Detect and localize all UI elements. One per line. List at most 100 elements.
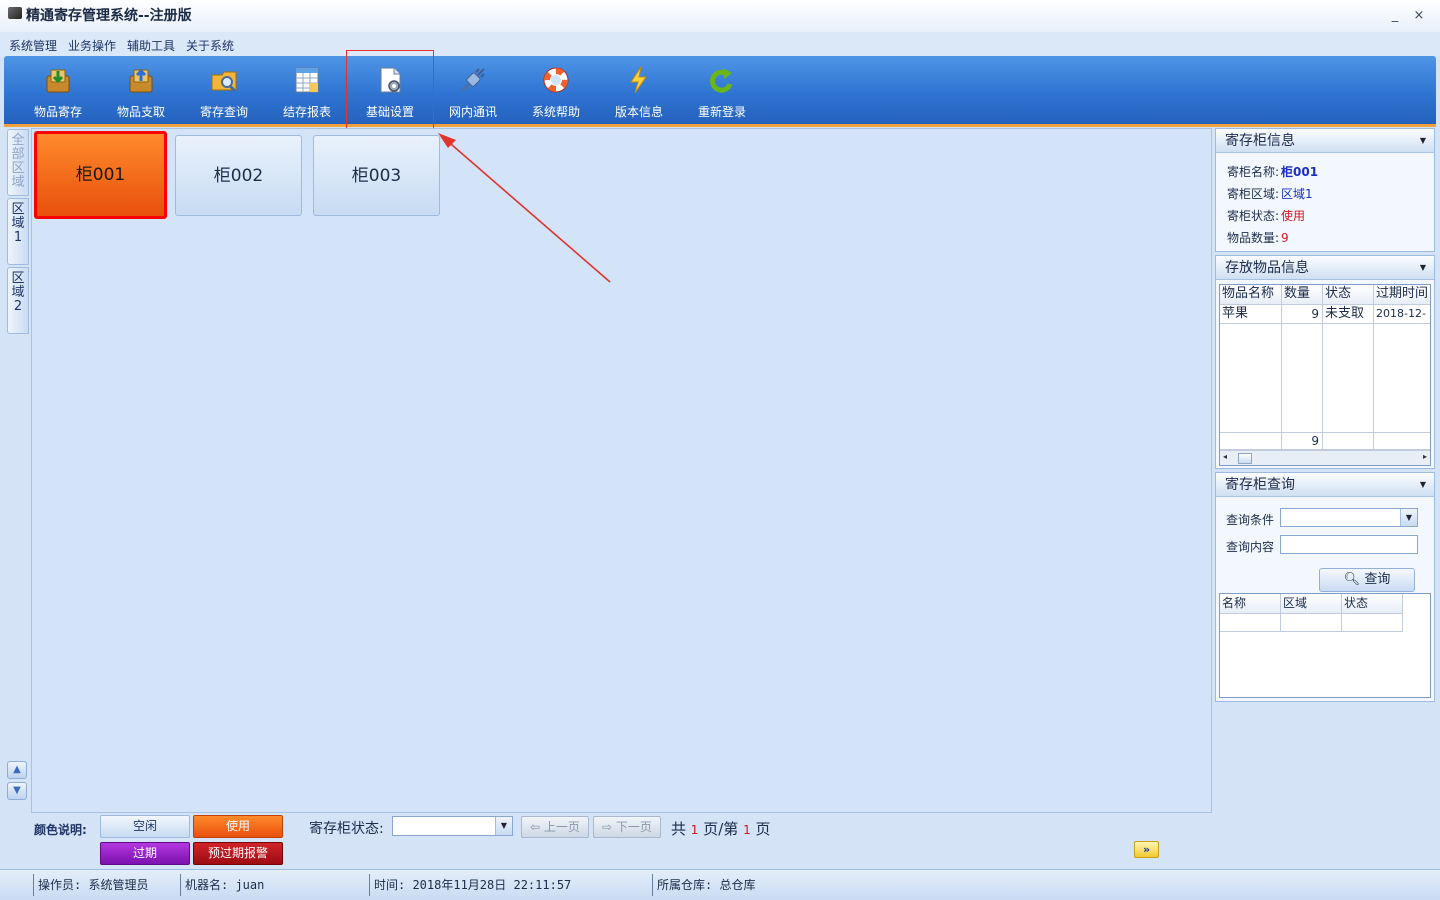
toolbar-deposit-button[interactable]: 物品寄存 (23, 58, 93, 120)
prev-page-button[interactable]: ⇦ 上一页 (521, 816, 589, 838)
toolbar-query-button[interactable]: 寄存查询 (189, 58, 259, 120)
locker-query-header[interactable]: 寄存柜查询 ▼ (1216, 473, 1434, 497)
menu-system-manage[interactable]: 系统管理 (9, 37, 57, 54)
query-button[interactable]: 🔍︎ 查询 (1319, 568, 1415, 592)
toolbar-label: 结存报表 (282, 105, 331, 119)
toolbar-label: 版本信息 (614, 105, 663, 119)
table-cell[interactable] (1220, 614, 1281, 632)
table-cell[interactable]: 苹果 (1220, 305, 1282, 324)
status-filter-select[interactable]: ▼ (392, 816, 513, 836)
page-suffix: 页 (755, 820, 771, 838)
report-icon (295, 67, 319, 93)
column-header[interactable]: 区域 (1281, 594, 1342, 614)
expand-button[interactable]: » (1134, 841, 1159, 858)
toolbar-help-button[interactable]: 系统帮助 (521, 58, 591, 120)
item-grid[interactable]: 物品名称 数量 状态 过期时间 苹果 9 未支取 2018-12- 9 ◂ ▸ (1219, 284, 1431, 466)
collapse-icon[interactable]: ▼ (1420, 473, 1426, 497)
locker-info-header[interactable]: 寄存柜信息 ▼ (1216, 129, 1434, 153)
table-empty-column (1220, 324, 1282, 433)
locker-001[interactable]: 柜001 (34, 131, 167, 219)
item-info-title: 存放物品信息 (1225, 260, 1309, 276)
toolbar-report-button[interactable]: 结存报表 (272, 58, 342, 120)
table-cell[interactable]: 2018-12- (1374, 305, 1430, 324)
arrow-right-icon: ⇨ (602, 820, 616, 834)
minimize-button[interactable]: _ (1386, 8, 1404, 24)
menu-about[interactable]: 关于系统 (186, 37, 234, 54)
locker-query-title: 寄存柜查询 (1225, 477, 1295, 493)
locker-panel: 柜001 柜002 柜003 (31, 128, 1212, 813)
collapse-icon[interactable]: ▼ (1420, 256, 1426, 280)
tab-all-areas[interactable]: 全部区域 (7, 129, 29, 196)
scroll-thumb[interactable] (1238, 453, 1252, 464)
chevron-down-icon[interactable]: ▼ (1400, 509, 1417, 526)
page-info: 共 1 页/第 1 页 (671, 818, 771, 839)
column-header[interactable]: 名称 (1220, 594, 1281, 614)
collapse-icon[interactable]: ▼ (1420, 129, 1426, 153)
search-icon: 🔍︎ (1343, 572, 1365, 587)
query-content-input[interactable] (1280, 535, 1418, 554)
horizontal-scrollbar[interactable]: ◂ ▸ (1220, 450, 1430, 465)
legend-expired: 过期 (100, 842, 190, 865)
locker-info-panel: 寄存柜信息 ▼ 寄柜名称: 柜001 寄柜区域: 区域1 寄柜状态: 使用 物品数量:… (1215, 128, 1435, 252)
info-item-count: 物品数量: 9 (1227, 229, 1289, 246)
tab-area-2[interactable]: 区域2 (7, 267, 29, 334)
app-icon (8, 7, 22, 19)
item-info-panel: 存放物品信息 ▼ 物品名称 数量 状态 过期时间 苹果 9 未支取 2018-1… (1215, 255, 1435, 469)
title-bar: 精通寄存管理系统--注册版 _ × (0, 0, 1440, 32)
menu-tools[interactable]: 辅助工具 (127, 37, 175, 54)
table-empty-column (1323, 324, 1374, 433)
window-title: 精通寄存管理系统--注册版 (26, 8, 192, 24)
footer-cell: 9 (1282, 433, 1323, 450)
scroll-up-button[interactable]: ▲ (7, 761, 27, 779)
footer-cell (1220, 433, 1282, 450)
footer-cell (1374, 433, 1430, 450)
locker-003[interactable]: 柜003 (313, 135, 440, 216)
chevron-down-icon[interactable]: ▼ (495, 817, 512, 835)
version-icon (630, 66, 647, 94)
table-cell[interactable]: 9 (1282, 305, 1323, 324)
scroll-down-button[interactable]: ▼ (7, 782, 27, 800)
annotation-arrow (438, 133, 611, 283)
toolbar-label: 重新登录 (697, 105, 746, 119)
page-current: 1 (743, 823, 751, 837)
locker-002[interactable]: 柜002 (175, 135, 302, 216)
column-header[interactable]: 过期时间 (1374, 285, 1430, 305)
scroll-left-icon[interactable]: ◂ (1223, 452, 1227, 461)
column-header[interactable]: 物品名称 (1220, 285, 1282, 305)
query-condition-select[interactable]: ▼ (1280, 508, 1418, 527)
page-separator: 页/第 (703, 820, 739, 838)
table-cell[interactable]: 未支取 (1323, 305, 1374, 324)
legend-title: 颜色说明: (34, 823, 87, 837)
info-label: 寄柜名称: (1227, 165, 1280, 179)
help-icon (543, 67, 569, 93)
legend-idle: 空闲 (100, 815, 190, 838)
table-cell[interactable] (1342, 614, 1403, 632)
info-locker-status: 寄柜状态: 使用 (1227, 207, 1305, 224)
scroll-right-icon[interactable]: ▸ (1423, 452, 1427, 461)
tab-area-1[interactable]: 区域1 (7, 198, 29, 265)
info-value: 使用 (1281, 209, 1306, 223)
column-header[interactable]: 状态 (1323, 285, 1374, 305)
toolbar-relogin-button[interactable]: 重新登录 (687, 58, 757, 120)
table-cell[interactable] (1281, 614, 1342, 632)
toolbar-label: 物品支取 (116, 105, 165, 119)
menu-business[interactable]: 业务操作 (68, 37, 116, 54)
info-locker-area: 寄柜区域: 区域1 (1227, 185, 1313, 202)
close-button[interactable]: × (1410, 8, 1428, 24)
column-header[interactable]: 数量 (1282, 285, 1323, 305)
page-total-prefix: 共 (671, 820, 687, 838)
locker-query-panel: 寄存柜查询 ▼ 查询条件 ▼ 查询内容 🔍︎ 查询 名称 区域 状态 (1215, 472, 1435, 702)
status-warehouse: 所属仓库: 总仓库 (652, 874, 755, 896)
item-info-header[interactable]: 存放物品信息 ▼ (1216, 256, 1434, 280)
column-header[interactable]: 状态 (1342, 594, 1403, 614)
query-content-label: 查询内容 (1226, 540, 1275, 554)
query-result-grid[interactable]: 名称 区域 状态 (1219, 593, 1431, 698)
toolbar-version-button[interactable]: 版本信息 (604, 58, 674, 120)
query-icon (211, 71, 237, 93)
annotation-highlight-box (346, 50, 434, 131)
legend-warning: 预过期报警 (193, 842, 283, 865)
toolbar-network-button[interactable]: 网内通讯 (438, 58, 508, 120)
toolbar-withdraw-button[interactable]: 物品支取 (106, 58, 176, 120)
next-page-button[interactable]: ⇨ 下一页 (593, 816, 661, 838)
status-time: 时间: 2018年11月28日 22:11:57 (369, 874, 571, 896)
